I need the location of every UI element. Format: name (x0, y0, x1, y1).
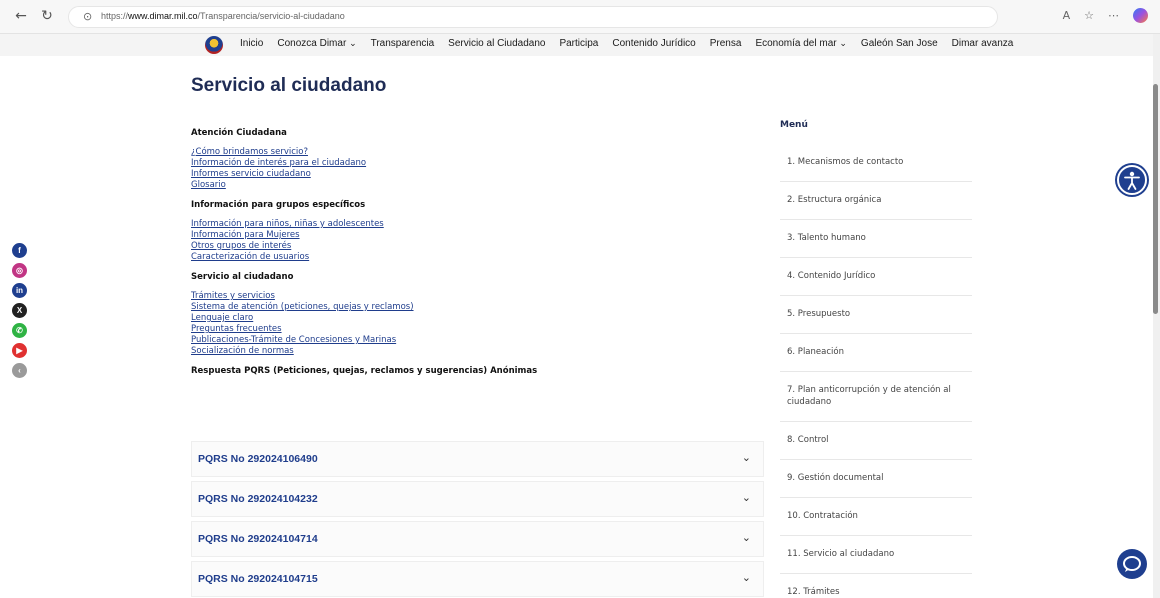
content-link[interactable]: Información para niños, niñas y adolesce… (191, 219, 771, 230)
content-link[interactable]: Otros grupos de interés (191, 241, 771, 252)
youtube-icon[interactable]: ▶ (12, 343, 27, 358)
nav-contenido-juridico[interactable]: Contenido Jurídico (612, 38, 695, 49)
linkedin-icon[interactable]: in (12, 283, 27, 298)
menu-item[interactable]: 6. Planeación (780, 334, 972, 372)
content-link[interactable]: Sistema de atención (peticiones, quejas … (191, 302, 771, 313)
content-link[interactable]: Información para Mujeres (191, 230, 771, 241)
collapse-icon[interactable]: ‹ (12, 363, 27, 378)
address-bar[interactable]: ⊙ https://www.dimar.mil.co/Transparencia… (68, 6, 998, 28)
transparency-menu: Menú 1. Mecanismos de contacto 2. Estruc… (780, 120, 972, 598)
menu-item[interactable]: 8. Control (780, 422, 972, 460)
browser-toolbar: ← ↻ ⊙ https://www.dimar.mil.co/Transpare… (0, 0, 1160, 34)
chevron-down-icon: ⌄ (839, 39, 847, 49)
content-link[interactable]: Lenguaje claro (191, 313, 771, 324)
instagram-icon[interactable]: ◎ (12, 263, 27, 278)
favorite-icon[interactable]: ☆ (1084, 9, 1094, 22)
menu-item[interactable]: 9. Gestión documental (780, 460, 972, 498)
url-text[interactable]: https://www.dimar.mil.co/Transparencia/s… (101, 11, 345, 21)
dimar-logo[interactable] (205, 36, 223, 54)
menu-title: Menú (780, 120, 808, 130)
accordion-item[interactable]: PQRS No 292024104714 ⌄ (191, 521, 764, 557)
accordion-label: PQRS No 292024104714 (198, 533, 318, 545)
menu-item[interactable]: 11. Servicio al ciudadano (780, 536, 972, 574)
browser-tools: A ☆ ⋯ (1063, 8, 1148, 23)
site-header: Inicio Conozca Dimar ⌄ Transparencia Ser… (0, 34, 1160, 56)
content-link[interactable]: Publicaciones-Trámite de Concesiones y M… (191, 335, 771, 346)
link-list: ¿Cómo brindamos servicio? Información de… (191, 147, 771, 191)
menu-item[interactable]: 12. Trámites (780, 574, 972, 598)
menu-item[interactable]: 2. Estructura orgánica (780, 182, 972, 220)
accessibility-icon[interactable] (1117, 165, 1147, 195)
menu-item[interactable]: 10. Contratación (780, 498, 972, 536)
nav-economia-del-mar[interactable]: Economía del mar ⌄ (755, 38, 846, 49)
accordion-label: PQRS No 292024104232 (198, 493, 318, 505)
chevron-down-icon: ⌄ (741, 531, 751, 544)
scroll-thumb[interactable] (1153, 84, 1158, 314)
nav-conozca-dimar[interactable]: Conozca Dimar ⌄ (277, 38, 356, 49)
chevron-down-icon: ⌄ (741, 451, 751, 464)
nav-galeon-san-jose[interactable]: Galeón San Jose (861, 38, 938, 49)
accordion-item[interactable]: PQRS No 292024104232 ⌄ (191, 481, 764, 517)
menu-item[interactable]: 1. Mecanismos de contacto (780, 144, 972, 182)
link-list: Información para niños, niñas y adolesce… (191, 219, 771, 263)
section-heading: Respuesta PQRS (Peticiones, quejas, recl… (191, 366, 538, 376)
link-list: Trámites y servicios Sistema de atención… (191, 291, 771, 357)
page-title: Servicio al ciudadano (191, 75, 387, 96)
nav-prensa[interactable]: Prensa (710, 38, 742, 49)
menu-item[interactable]: 4. Contenido Jurídico (780, 258, 972, 296)
content-link[interactable]: Glosario (191, 180, 771, 191)
social-rail: f ◎ in X ✆ ▶ ‹ (12, 243, 28, 383)
accordion-item[interactable]: PQRS No 292024104715 ⌄ (191, 561, 764, 597)
content-link[interactable]: Información de interés para el ciudadano (191, 158, 771, 169)
pqrs-accordion: PQRS No 292024106490 ⌄ PQRS No 292024104… (191, 441, 764, 598)
content-link[interactable]: Socialización de normas (191, 346, 771, 357)
scrollbar[interactable] (1153, 34, 1160, 598)
whatsapp-icon[interactable]: ✆ (12, 323, 27, 338)
chevron-down-icon: ⌄ (741, 571, 751, 584)
chat-icon[interactable] (1117, 549, 1147, 579)
menu-item[interactable]: 5. Presupuesto (780, 296, 972, 334)
more-icon[interactable]: ⋯ (1108, 9, 1119, 22)
copilot-icon[interactable] (1133, 8, 1148, 23)
facebook-icon[interactable]: f (12, 243, 27, 258)
section-heading: Información para grupos específicos (191, 200, 366, 210)
content-link[interactable]: Trámites y servicios (191, 291, 771, 302)
x-icon[interactable]: X (12, 303, 27, 318)
nav-transparencia[interactable]: Transparencia (371, 38, 435, 49)
section-heading: Atención Ciudadana (191, 128, 287, 138)
page-info-icon[interactable]: ⊙ (83, 10, 92, 23)
content-link[interactable]: Preguntas frecuentes (191, 324, 771, 335)
nav-servicio-ciudadano[interactable]: Servicio al Ciudadano (448, 38, 545, 49)
main-content: Atención Ciudadana ¿Cómo brindamos servi… (191, 128, 771, 385)
content-link[interactable]: Informes servicio ciudadano (191, 169, 771, 180)
menu-item[interactable]: 7. Plan anticorrupción y de atención al … (780, 372, 972, 422)
section-heading: Servicio al ciudadano (191, 272, 294, 282)
menu-item[interactable]: 3. Talento humano (780, 220, 972, 258)
chevron-down-icon: ⌄ (349, 39, 357, 49)
accordion-label: PQRS No 292024106490 (198, 453, 318, 465)
main-menu: Inicio Conozca Dimar ⌄ Transparencia Ser… (240, 38, 1013, 49)
read-aloud-icon[interactable]: A (1063, 9, 1071, 22)
reload-icon[interactable]: ↻ (38, 7, 56, 25)
accordion-label: PQRS No 292024104715 (198, 573, 318, 585)
nav-inicio[interactable]: Inicio (240, 38, 263, 49)
back-icon[interactable]: ← (12, 7, 30, 25)
nav-dimar-avanza[interactable]: Dimar avanza (952, 38, 1014, 49)
content-link[interactable]: ¿Cómo brindamos servicio? (191, 147, 771, 158)
content-link[interactable]: Caracterización de usuarios (191, 252, 771, 263)
accordion-item[interactable]: PQRS No 292024106490 ⌄ (191, 441, 764, 477)
chevron-down-icon: ⌄ (741, 491, 751, 504)
nav-participa[interactable]: Participa (559, 38, 598, 49)
